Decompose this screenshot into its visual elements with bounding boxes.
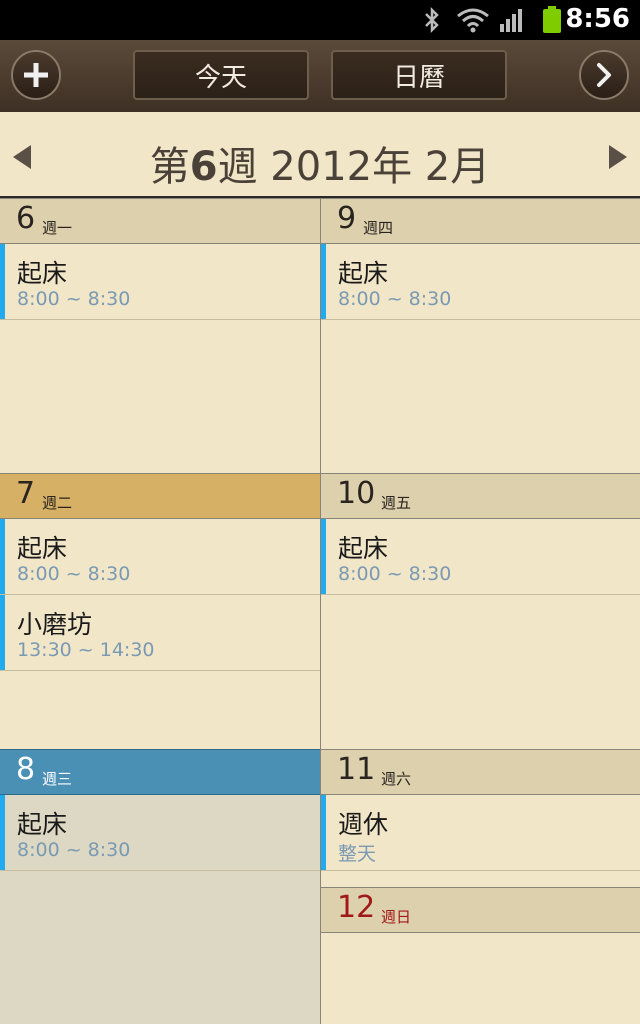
toolbar: 今天 日曆 xyxy=(0,40,640,112)
event-title: 起床 xyxy=(17,259,68,288)
event-color-bar xyxy=(0,795,5,870)
next-week-arrow-icon[interactable] xyxy=(609,145,627,169)
status-bar: 8:56 xyxy=(0,0,640,40)
day-header-6[interactable]: 6 週一 xyxy=(0,198,320,244)
event-title: 起床 xyxy=(338,534,389,563)
day-number: 9 xyxy=(337,201,357,236)
day-header-10[interactable]: 10 週五 xyxy=(321,473,640,519)
event-color-bar xyxy=(321,244,326,319)
event-time: 8:00 ~ 8:30 xyxy=(17,839,131,861)
event-item[interactable]: 週休 整天 xyxy=(321,795,640,871)
event-color-bar xyxy=(0,519,5,594)
event-time: 整天 xyxy=(338,843,377,865)
event-item[interactable]: 小磨坊 13:30 ~ 14:30 xyxy=(0,595,320,671)
event-time: 8:00 ~ 8:30 xyxy=(338,288,452,310)
day-weekday: 週一 xyxy=(42,219,73,237)
today-button[interactable]: 今天 xyxy=(133,50,309,100)
event-time: 8:00 ~ 8:30 xyxy=(338,563,452,585)
signal-icon xyxy=(500,9,522,32)
day-header-11[interactable]: 11 週六 xyxy=(321,749,640,795)
event-color-bar xyxy=(321,795,326,870)
event-item[interactable]: 起床 8:00 ~ 8:30 xyxy=(321,519,640,595)
day-number: 11 xyxy=(337,752,376,787)
bluetooth-icon xyxy=(425,6,439,34)
next-button[interactable] xyxy=(579,50,629,100)
day-weekday: 週三 xyxy=(42,770,73,788)
wifi-icon xyxy=(457,8,489,33)
day-number: 7 xyxy=(16,476,36,511)
event-time: 13:30 ~ 14:30 xyxy=(17,639,155,661)
event-item[interactable]: 起床 8:00 ~ 8:30 xyxy=(0,795,320,871)
calendar-button[interactable]: 日曆 xyxy=(331,50,507,100)
day-weekday: 週六 xyxy=(381,770,412,788)
chevron-right-icon xyxy=(597,63,611,87)
day-weekday: 週五 xyxy=(381,494,412,512)
day-header-9[interactable]: 9 週四 xyxy=(321,198,640,244)
day-number: 12 xyxy=(337,890,376,925)
event-title: 起床 xyxy=(17,534,68,563)
clock: 8:56 xyxy=(565,4,630,34)
event-color-bar xyxy=(0,595,5,670)
event-item[interactable]: 起床 8:00 ~ 8:30 xyxy=(0,244,320,320)
battery-icon xyxy=(543,6,561,33)
day-weekday: 週四 xyxy=(363,219,394,237)
day-header-7[interactable]: 7 週二 xyxy=(0,473,320,519)
day-number: 8 xyxy=(16,752,36,787)
event-title: 週休 xyxy=(338,810,389,839)
event-time: 8:00 ~ 8:30 xyxy=(17,563,131,585)
day-header-12[interactable]: 12 週日 xyxy=(321,887,640,933)
event-color-bar xyxy=(321,519,326,594)
week-title: 第6週 2012年 2月 xyxy=(149,144,491,190)
day-weekday: 週二 xyxy=(42,494,73,512)
event-title: 小磨坊 xyxy=(17,610,93,639)
day-header-8[interactable]: 8 週三 xyxy=(0,749,320,795)
day-number: 10 xyxy=(337,476,376,511)
add-icon xyxy=(24,63,48,87)
add-event-button[interactable] xyxy=(11,50,61,100)
event-time: 8:00 ~ 8:30 xyxy=(17,288,131,310)
event-item[interactable]: 起床 8:00 ~ 8:30 xyxy=(0,519,320,595)
day-number: 6 xyxy=(16,201,36,236)
event-color-bar xyxy=(0,244,5,319)
day-weekday: 週日 xyxy=(381,908,412,926)
event-title: 起床 xyxy=(338,259,389,288)
event-item[interactable]: 起床 8:00 ~ 8:30 xyxy=(321,244,640,320)
week-header: 第6週 2012年 2月 xyxy=(0,112,640,198)
event-title: 起床 xyxy=(17,810,68,839)
